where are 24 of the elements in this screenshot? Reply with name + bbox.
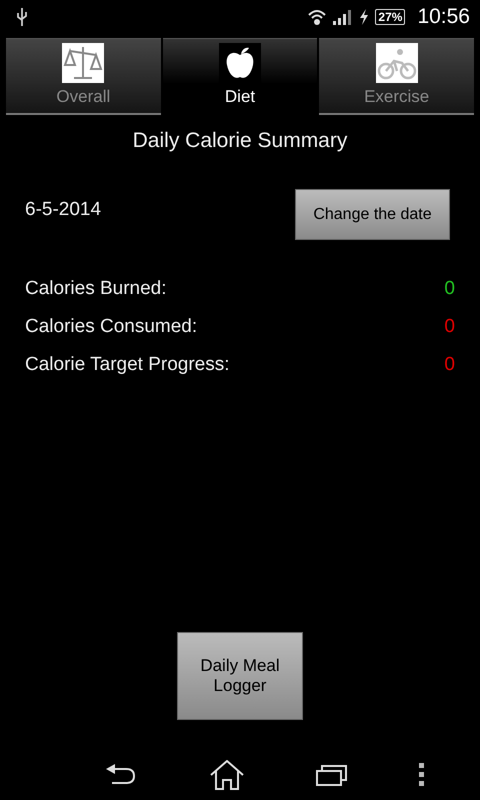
clock-time: 10:56 (417, 5, 470, 29)
stat-label: Calorie Target Progress: (25, 354, 230, 376)
wifi-icon (307, 8, 328, 26)
home-icon[interactable] (208, 760, 244, 790)
stat-value: 0 (444, 354, 455, 376)
stat-value: 0 (444, 316, 455, 338)
scale-icon (62, 43, 104, 83)
date-text: 6-5-2014 (25, 198, 102, 220)
stat-label: Calories Consumed: (25, 316, 198, 338)
tab[interactable]: Exercise (319, 38, 474, 115)
tab[interactable]: Overall (6, 38, 161, 115)
recent-apps-icon[interactable] (316, 763, 348, 787)
back-icon[interactable] (106, 763, 138, 787)
change-date-button[interactable]: Change the date (295, 189, 450, 240)
charging-icon (359, 9, 370, 25)
bicycle-icon (376, 43, 418, 83)
stat-value: 0 (444, 278, 455, 300)
stat-label: Calories Burned: (25, 278, 167, 300)
overflow-menu-icon[interactable] (418, 763, 424, 787)
signal-icon (333, 9, 354, 25)
usb-icon (16, 8, 28, 26)
battery-level: 27% (375, 9, 406, 25)
meal-logger-button[interactable]: Daily Meal Logger (177, 632, 303, 720)
page-title: Daily Calorie Summary (132, 129, 348, 153)
